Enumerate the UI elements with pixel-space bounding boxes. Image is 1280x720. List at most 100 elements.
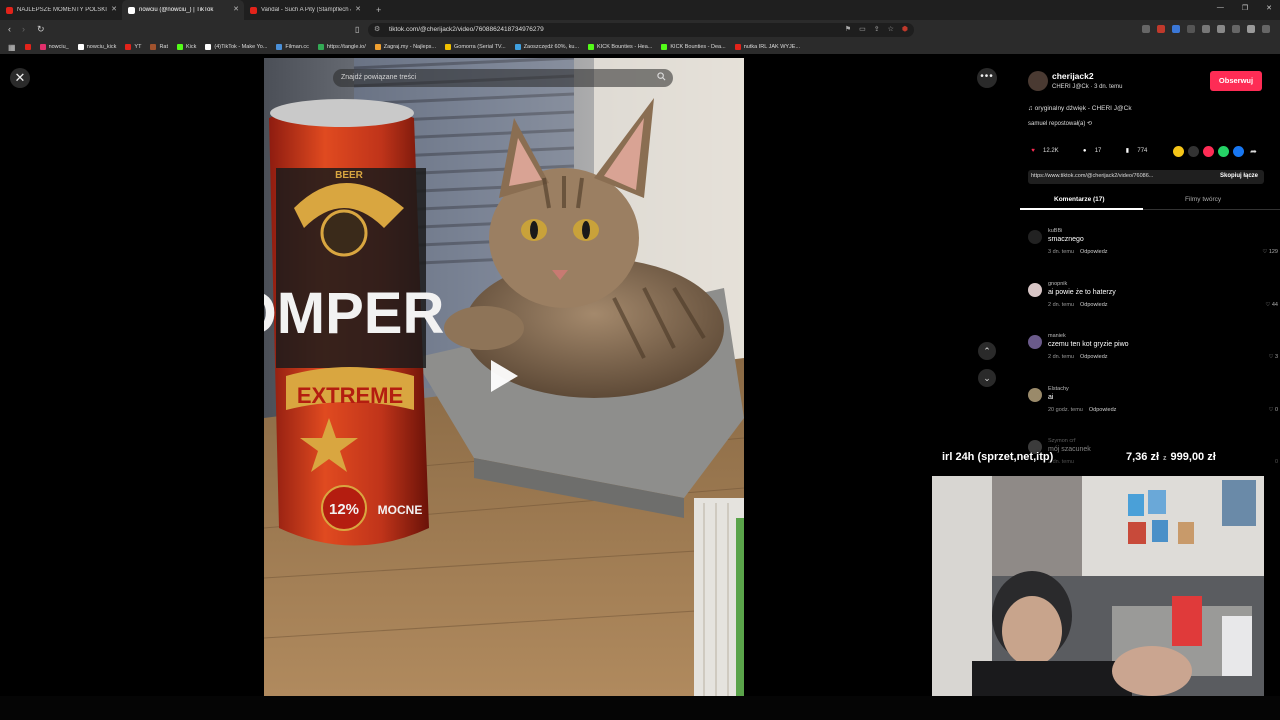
copy-link-button[interactable]: Skopiuj łącze <box>1220 173 1258 179</box>
comment-user[interactable]: kuBBi <box>1048 228 1062 234</box>
menu-icon[interactable] <box>1262 25 1270 33</box>
comment-time: 3 dn. temu <box>1048 249 1074 255</box>
bookmark-item[interactable]: YT <box>125 44 141 50</box>
comment-user[interactable]: gnopnik <box>1048 281 1067 287</box>
bookmark-item[interactable]: nowciu_kick <box>77 44 116 50</box>
bookmark-item[interactable]: Kick <box>177 44 196 50</box>
apps-icon[interactable]: ▦ <box>8 43 16 52</box>
translate-icon[interactable]: ⚑ <box>845 25 851 33</box>
browser-tab[interactable]: NAJLEPSZE MOMENTY POLSKI ✕ <box>0 0 122 20</box>
close-window-icon[interactable]: ✕ <box>1266 4 1272 12</box>
bookmark-item[interactable]: Filman.cc <box>276 44 309 50</box>
donation-current: 7,36 zł <box>1126 451 1160 463</box>
bookmark-item[interactable] <box>24 44 31 50</box>
extension-ublock-icon[interactable]: ⬢ <box>902 25 908 33</box>
comment-avatar[interactable] <box>1028 335 1042 349</box>
comment-time: 2 dn. temu <box>1048 354 1074 360</box>
reply-button[interactable]: Odpowiedz <box>1080 302 1108 308</box>
share-icon[interactable]: ⇪ <box>874 25 880 33</box>
share-arrow-icon[interactable]: ➦ <box>1248 146 1259 157</box>
address-bar[interactable]: ⚙ tiktok.com/@cherijack2/video/760886241… <box>368 23 914 37</box>
close-tab-icon[interactable]: ✕ <box>355 5 361 13</box>
browser-tab-active[interactable]: nowciu (@nowciu_) | TikTok ✕ <box>122 0 244 20</box>
bookmark-item[interactable]: Gomorra (Serial TV... <box>445 44 506 50</box>
reload-icon[interactable]: ↻ <box>37 24 45 35</box>
comment-icon[interactable]: ● <box>1080 146 1090 156</box>
comment-user[interactable]: Szymon crf <box>1048 438 1076 444</box>
comment-user[interactable]: Elstachy <box>1048 386 1069 392</box>
coins-icon[interactable] <box>1173 146 1184 157</box>
download-icon[interactable] <box>1217 25 1225 33</box>
tab-comments[interactable]: Komentarze (17) <box>1054 196 1105 203</box>
window-controls: — ❐ ✕ <box>1217 4 1272 12</box>
bookmark-item[interactable]: Rat <box>150 44 168 50</box>
music-link[interactable]: ♫ oryginalny dźwięk - CHERI J@Ck <box>1028 105 1132 112</box>
bookmark-item[interactable]: Zagraj.my - Najleps... <box>374 44 436 50</box>
repost-text: samuel repostował(a) <box>1028 121 1086 127</box>
new-tab-button[interactable]: + <box>376 5 381 15</box>
reply-button[interactable]: Odpowiedz <box>1080 354 1108 360</box>
next-video-button[interactable]: ⌄ <box>978 369 996 387</box>
bookmark-item[interactable]: https://tangle.io/ <box>317 44 366 50</box>
previous-video-button[interactable]: ⌃ <box>978 342 996 360</box>
maximize-icon[interactable]: ❐ <box>1242 4 1248 12</box>
comment-user[interactable]: maniek <box>1048 333 1066 339</box>
bookmark-item[interactable]: KICK Bounties - Dea... <box>661 44 726 50</box>
bookmark-item[interactable]: KICK Bounties - Hea... <box>588 44 652 50</box>
whatsapp-icon[interactable] <box>1218 146 1229 157</box>
bookmark-item[interactable]: nutka IRL JAK WYJE... <box>734 44 800 50</box>
bookmark-icon[interactable]: ▯ <box>355 25 359 34</box>
minimize-icon[interactable]: — <box>1217 4 1224 12</box>
donation-separator: z <box>1163 455 1167 462</box>
comment-likes[interactable]: ♡ 3 <box>1268 354 1278 360</box>
extension-icon[interactable] <box>1172 25 1180 33</box>
extension-icon[interactable] <box>1187 25 1195 33</box>
play-icon[interactable] <box>491 360 518 392</box>
heart-icon[interactable]: ♥ <box>1028 146 1038 156</box>
url-text: tiktok.com/@cherijack2/video/76088624187… <box>389 26 544 33</box>
follow-button[interactable]: Obserwuj <box>1210 71 1262 91</box>
author-name[interactable]: cherijack2 <box>1052 71 1094 81</box>
site-info-icon[interactable]: ⚙ <box>374 25 380 33</box>
bookmark-item[interactable]: nowciu_ <box>39 44 69 50</box>
comment-item: Elstachy ai 20 godz. temu Odpowiedz ♡ 0 <box>1028 386 1278 432</box>
reply-button[interactable]: Odpowiedz <box>1089 407 1117 413</box>
star-icon[interactable]: ☆ <box>888 25 894 33</box>
profile-icon[interactable] <box>1247 25 1255 33</box>
comment-avatar[interactable] <box>1028 388 1042 402</box>
comment-count: 17 <box>1094 148 1102 154</box>
bookmark-save-icon[interactable]: ▮ <box>1122 146 1132 156</box>
cast-icon[interactable]: ▭ <box>859 25 866 33</box>
comment-avatar[interactable] <box>1028 230 1042 244</box>
puzzle-icon[interactable] <box>1202 25 1210 33</box>
tab-creator-videos[interactable]: Filmy twórcy <box>1185 196 1221 203</box>
back-icon[interactable]: ‹ <box>8 24 11 34</box>
record-icon[interactable] <box>1157 25 1165 33</box>
video-link[interactable]: https://www.tiktok.com/@cherijack2/video… <box>1031 173 1201 179</box>
more-options-button[interactable]: ••• <box>977 68 997 88</box>
author-avatar[interactable] <box>1028 71 1048 91</box>
close-video-button[interactable]: ✕ <box>10 68 30 88</box>
extension-icon[interactable] <box>1142 25 1150 33</box>
browser-tab[interactable]: Vandal - Such A Pity (Stampflech & ✕ <box>244 0 366 20</box>
browser-toolbar: ‹ › ↻ ▯ ⚙ tiktok.com/@cherijack2/video/7… <box>0 20 1280 40</box>
close-tab-icon[interactable]: ✕ <box>233 5 239 13</box>
comment-text: ai <box>1048 394 1054 401</box>
reply-button[interactable]: Odpowiedz <box>1080 249 1108 255</box>
close-tab-icon[interactable]: ✕ <box>111 5 117 13</box>
comment-likes[interactable]: ♡ 44 <box>1265 302 1278 308</box>
comment-likes[interactable]: ♡ 0 <box>1268 407 1278 413</box>
music-icon[interactable] <box>1232 25 1240 33</box>
comment-avatar[interactable] <box>1028 283 1042 297</box>
comment-likes[interactable]: ♡ 129 <box>1262 249 1278 255</box>
comment-likes[interactable]: 0 <box>1275 459 1278 465</box>
donation-goal-overlay: irl 24h (sprzet,net,itp) 7,36 zł z 999,00 … <box>936 448 1236 468</box>
bookmark-item[interactable]: Zaoszczędź 60%, ku... <box>514 44 579 50</box>
send-icon[interactable] <box>1203 146 1214 157</box>
search-icon[interactable] <box>657 72 666 81</box>
related-search-input[interactable]: Znajdź powiązane treści <box>333 69 673 87</box>
embed-icon[interactable] <box>1188 146 1199 157</box>
forward-icon[interactable]: › <box>22 24 25 34</box>
facebook-icon[interactable] <box>1233 146 1244 157</box>
bookmark-item[interactable]: (4)TikTok - Make Yo... <box>205 44 267 50</box>
